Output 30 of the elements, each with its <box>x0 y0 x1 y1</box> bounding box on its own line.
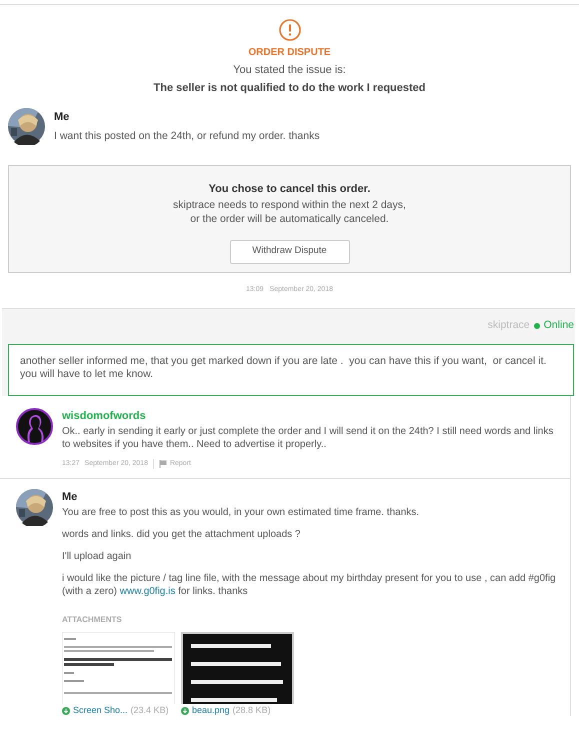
file-size: (28.8 KB) <box>232 705 271 716</box>
flag-icon <box>158 460 167 468</box>
message-text: Ok.. early in sending it early or just complete the order and I will send it on the 24th? I still need words and links to websites if you have them.. Need to advertise it properly.. <box>62 425 554 451</box>
dispute-intro: You stated the issue is: <box>233 63 346 78</box>
message-input[interactable]: another seller informed me, that you get marked down if you are late . you can have this if you want, or cancel it. you will have to let me know. <box>8 344 574 396</box>
withdraw-dispute-button[interactable]: Withdraw Dispute <box>230 240 350 264</box>
notice-text: skiptrace needs to respond within the next 2 days, <box>173 198 406 212</box>
section-label: ATTACHMENTS <box>62 614 123 626</box>
file-size: (23.4 KB) <box>130 705 169 716</box>
message-text: words and links. did you get the attachment uploads ? <box>62 528 302 541</box>
website-link[interactable]: www.g0fig.is <box>120 586 176 597</box>
status-text: Online <box>544 318 574 334</box>
message-text: i would like the picture / tag line file, with the message about my birthday present for you to use , can add #g0fig (with a zero) www.g0fig.is for links. thanks <box>62 572 557 598</box>
file-link[interactable]: beau.png <box>192 705 230 716</box>
dispute-title: ORDER DISPUTE <box>248 46 331 60</box>
message-text: You are free to post this as you would, in your own estimated time frame. thanks. <box>62 506 420 519</box>
download-icon <box>181 706 189 714</box>
notice-title: You chose to cancel this order. <box>208 182 370 197</box>
author-name: Me <box>54 110 70 125</box>
download-icon <box>62 706 70 714</box>
message-text: I'll upload again <box>62 550 132 563</box>
author-name: wisdomofwords <box>62 408 147 424</box>
warning-icon <box>278 19 300 41</box>
dispute-issue: The seller is not qualified to do the work I requested <box>154 80 426 96</box>
silhouette-avatar <box>16 408 53 444</box>
notice-text: or the order will be automatically canceled. <box>190 212 389 226</box>
author-name: Me <box>62 490 78 504</box>
message-text: I want this posted on the 24th, or refund my order. thanks <box>54 128 320 144</box>
file-link[interactable]: Screen Sho... <box>73 705 128 716</box>
username-text: skiptrace <box>488 318 530 334</box>
